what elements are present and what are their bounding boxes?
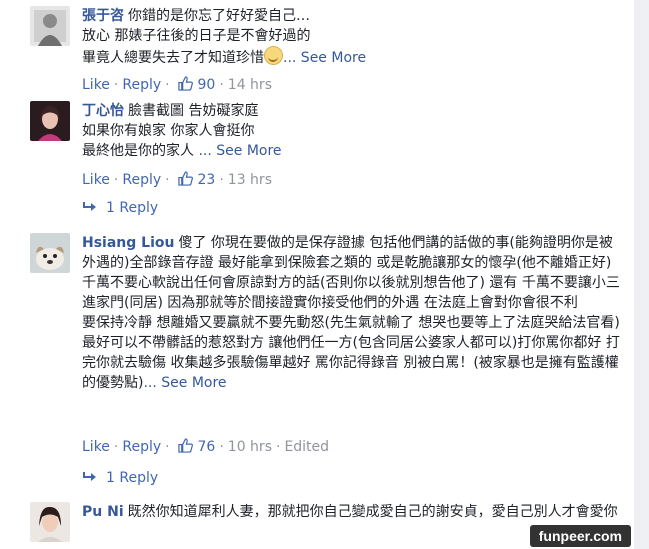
see-more-link[interactable]: ... See More <box>283 50 366 66</box>
reply-link[interactable]: Reply <box>122 439 161 455</box>
like-count[interactable]: 76 <box>198 439 216 455</box>
scrollbar[interactable] <box>634 0 649 549</box>
comment-text-line: 畢竟人總要失去了才知道珍惜 <box>82 50 264 66</box>
commenter-name[interactable]: Hsiang Liou <box>82 235 174 251</box>
timestamp[interactable]: 10 hrs <box>228 439 272 455</box>
comment-text-line: 如果你有娘家 你家人會挺你 <box>82 123 255 139</box>
see-more-link[interactable]: ... See More <box>143 375 226 391</box>
comment-text-line: 最終他是你的家人 <box>82 143 194 159</box>
smile-emoji-icon <box>264 46 283 65</box>
commenter-name[interactable]: 丁心怡 <box>82 103 124 119</box>
comment-body: Hsiang Liou 傻了 你現在要做的是保存證據 包括他們講的話做的事(能夠證… <box>82 233 622 393</box>
commenter-name[interactable]: 張于咨 <box>82 8 124 24</box>
like-count[interactable]: 90 <box>198 77 216 93</box>
reply-arrow-icon <box>83 202 96 211</box>
comment-actions: Like · Reply · 23 · 13 hrs <box>82 171 272 188</box>
like-link[interactable]: Like <box>82 439 110 455</box>
thumbs-up-icon <box>178 438 193 453</box>
like-count[interactable]: 23 <box>198 172 216 188</box>
site-watermark: funpeer.com <box>529 525 631 547</box>
reply-link[interactable]: Reply <box>122 172 161 188</box>
comment-actions: Like · Reply · 90 · 14 hrs <box>82 76 272 93</box>
view-replies-link[interactable]: 1 Reply <box>82 470 158 486</box>
like-link[interactable]: Like <box>82 172 110 188</box>
avatar[interactable] <box>30 233 70 273</box>
comments-panel: 張于咨 你錯的是你忘了好好愛自己… 放心 那婊子往後的日子是不會好過的 畢竟人總要… <box>0 0 635 549</box>
comment-actions: Like · Reply · 76 · 10 hrs · Edited <box>82 438 330 455</box>
edited-label[interactable]: Edited <box>284 439 329 455</box>
comment-body: 張于咨 你錯的是你忘了好好愛自己… 放心 那婊子往後的日子是不會好過的 畢竟人總要… <box>82 6 622 68</box>
reply-arrow-icon <box>83 472 96 481</box>
reply-link[interactable]: Reply <box>122 77 161 93</box>
avatar[interactable] <box>30 6 70 46</box>
thumbs-up-icon <box>178 76 193 91</box>
comment-text-line: 千萬不要心軟說出任何會原諒對方的話(否則你以後就別想告他了) 還有 千萬不要讓小… <box>82 275 620 311</box>
comment-text-line: 臉書截圖 告妨礙家庭 <box>128 103 259 119</box>
comment-text-line: 你錯的是你忘了好好愛自己… <box>128 8 310 24</box>
comment-text-line: 既然你知道犀利人妻，那就把你自己變成愛自己的謝安貞，愛自己別人才會愛你 <box>127 504 618 520</box>
timestamp[interactable]: 13 hrs <box>228 172 272 188</box>
see-more-link[interactable]: ... See More <box>194 143 281 159</box>
replies-count-label[interactable]: 1 Reply <box>106 200 158 216</box>
comment-body: Pu Ni 既然你知道犀利人妻，那就把你自己變成愛自己的謝安貞，愛自己別人才會愛你 <box>82 502 622 522</box>
avatar[interactable] <box>30 502 70 542</box>
view-replies-link[interactable]: 1 Reply <box>82 200 158 216</box>
commenter-name[interactable]: Pu Ni <box>82 504 124 520</box>
thumbs-up-icon <box>178 171 193 186</box>
comment-text-line: 放心 那婊子往後的日子是不會好過的 <box>82 28 311 44</box>
avatar[interactable] <box>30 101 70 141</box>
replies-count-label[interactable]: 1 Reply <box>106 470 158 486</box>
like-link[interactable]: Like <box>82 77 110 93</box>
timestamp[interactable]: 14 hrs <box>228 77 272 93</box>
comment-body: 丁心怡 臉書截圖 告妨礙家庭 如果你有娘家 你家人會挺你 最終他是你的家人 ...… <box>82 101 622 161</box>
